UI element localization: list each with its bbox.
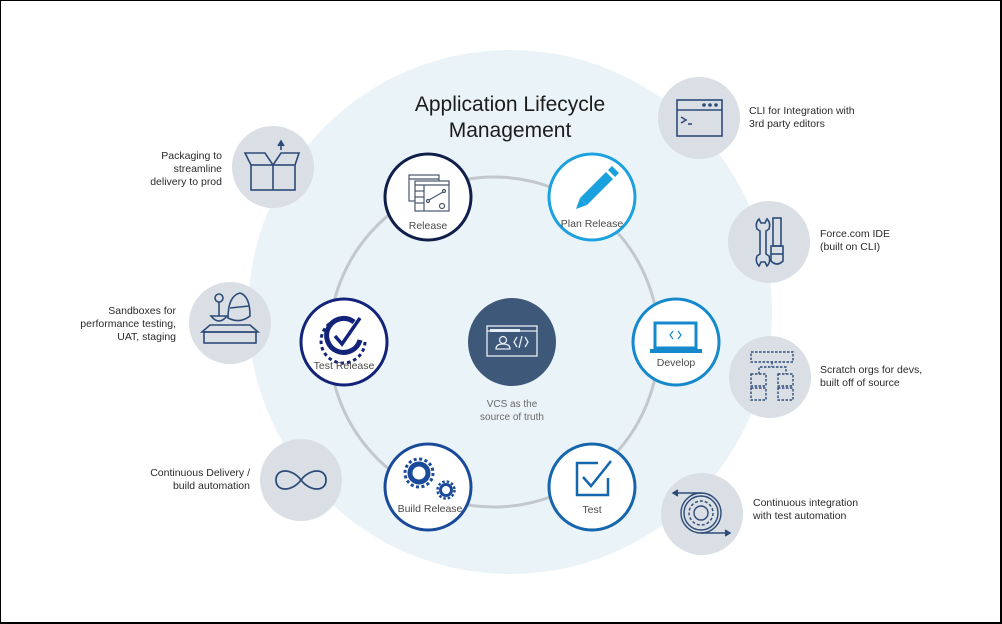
label-line: with test automation — [753, 510, 847, 522]
center-circle — [468, 298, 556, 386]
side-item-ide — [728, 201, 810, 283]
node-label-test: Test — [582, 504, 602, 516]
side-item-cli — [658, 77, 740, 159]
label-line: Scratch orgs for devs, — [820, 364, 923, 376]
laptop-code-icon — [650, 321, 702, 353]
cycle-node-develop[interactable] — [631, 297, 721, 387]
side-label-scratch-orgs: Scratch orgs for devs, built off of sour… — [820, 364, 990, 390]
label-line: 3rd party editors — [749, 118, 825, 130]
label-line: Continuous Delivery / — [150, 467, 250, 479]
side-circle — [189, 282, 271, 364]
label-line: build automation — [172, 480, 250, 492]
node-label-build-release: Build Release — [397, 503, 463, 515]
node-label-release: Release — [408, 220, 448, 232]
page-title: Application Lifecycle Management — [360, 92, 660, 144]
label-line: Continuous integration — [753, 497, 859, 509]
side-circle — [661, 473, 743, 555]
side-item-sandboxes — [189, 282, 271, 364]
side-circle — [658, 77, 740, 159]
label-line: UAT, staging — [117, 331, 176, 343]
side-label-continuous-delivery: Continuous Delivery / build automation — [100, 467, 250, 493]
cycle-node-test[interactable] — [547, 442, 637, 532]
center-label: VCS as the source of truth — [452, 398, 572, 424]
title-line-2: Management — [448, 119, 572, 142]
label-line: CLI for Integration with — [749, 105, 855, 117]
side-item-packaging — [232, 126, 314, 208]
cycle-node-build-release[interactable] — [383, 442, 473, 532]
node-label-plan-release: Plan Release — [560, 218, 624, 230]
node-label-develop: Develop — [656, 357, 696, 369]
side-item-scratch-orgs — [729, 336, 811, 418]
label-line: Packaging to — [161, 150, 222, 162]
center-vcs — [468, 298, 556, 386]
side-label-cli: CLI for Integration with 3rd party edito… — [749, 105, 919, 131]
label-line: delivery to prod — [150, 176, 222, 188]
label-line: Sandboxes for — [108, 305, 176, 317]
node-label-test-release: Test Release — [313, 360, 375, 372]
center-label-line-2: source of truth — [480, 412, 544, 423]
label-line: (built on CLI) — [820, 241, 881, 253]
side-label-packaging: Packaging to streamline delivery to prod — [100, 150, 222, 189]
side-label-ide: Force.com IDE (built on CLI) — [820, 228, 970, 254]
center-label-line-1: VCS as the — [486, 399, 538, 410]
label-line: Force.com IDE — [820, 228, 891, 240]
side-label-continuous-integration: Continuous integration with test automat… — [753, 497, 923, 523]
label-line: built off of source — [820, 377, 900, 389]
label-line: performance testing, — [80, 318, 176, 330]
cycle-node-test-release[interactable] — [299, 297, 389, 387]
title-line-1: Application Lifecycle — [414, 93, 606, 116]
side-item-continuous-integration — [661, 473, 743, 555]
side-item-continuous-delivery — [260, 439, 342, 521]
side-label-sandboxes: Sandboxes for performance testing, UAT, … — [50, 305, 176, 344]
side-circle — [728, 201, 810, 283]
label-line: streamline — [173, 163, 222, 175]
side-circle — [729, 336, 811, 418]
